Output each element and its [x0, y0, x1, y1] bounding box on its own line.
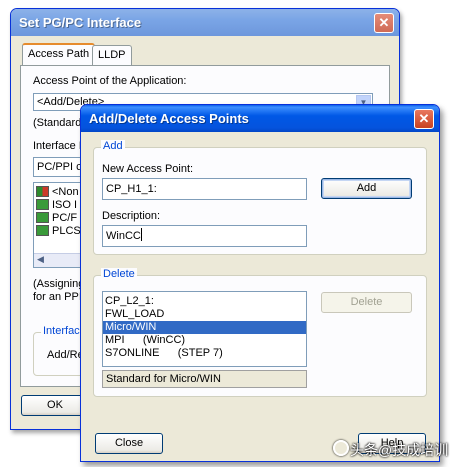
- tab-access-path-label: Access Path: [28, 48, 90, 60]
- tab-access-path[interactable]: Access Path: [22, 43, 96, 65]
- access-point-label: Access Point of the Application:: [33, 75, 187, 87]
- inner-title-bar[interactable]: Add/Delete Access Points ✕: [81, 105, 439, 132]
- text-cursor: [140, 228, 142, 241]
- interface-label: Interface P: [33, 140, 87, 152]
- close-icon: ✕: [378, 15, 390, 30]
- description-label: Description:: [102, 210, 161, 222]
- list-item[interactable]: FWL_LOAD: [103, 308, 306, 321]
- tab-lldp-label: LLDP: [98, 49, 126, 61]
- scroll-left-icon[interactable]: ◀: [37, 254, 44, 265]
- interface-item-label: PC/F: [52, 212, 78, 224]
- watermark-logo-icon: [333, 440, 349, 456]
- new-access-point-value: CP_H1_1:: [106, 183, 157, 195]
- list-item-label: FWL_LOAD: [105, 308, 165, 320]
- description-input[interactable]: WinCC: [102, 225, 307, 247]
- inner-window-title: Add/Delete Access Points: [89, 111, 249, 126]
- list-item-label: CP_L2_1:: [105, 295, 154, 307]
- outer-window-title: Set PG/PC Interface: [19, 15, 142, 30]
- list-item[interactable]: MPI (WinCC): [103, 334, 306, 347]
- description-value: WinCC: [106, 230, 141, 242]
- add-group-caption: Add: [101, 140, 125, 152]
- list-item-label: MPI (WinCC): [105, 334, 186, 346]
- close-button-label: Close: [114, 437, 144, 449]
- interface-icon: [36, 212, 49, 223]
- interface-item-label: PLCS: [52, 225, 81, 237]
- list-item[interactable]: CP_L2_1:: [103, 295, 306, 308]
- assigning-text-1: (Assigning: [33, 278, 85, 290]
- outer-close-button[interactable]: ✕: [374, 13, 394, 33]
- watermark-text: 头条@技成培训: [350, 442, 449, 458]
- list-item[interactable]: S7ONLINE (STEP 7): [103, 347, 306, 360]
- interface-icon: [36, 199, 49, 210]
- ok-button[interactable]: OK: [21, 395, 89, 416]
- status-text: Standard for Micro/WIN: [106, 373, 221, 385]
- assigning-text-2: for an PPI: [33, 291, 82, 303]
- interface-item-label: ISO I: [52, 199, 78, 211]
- list-item-selected[interactable]: Micro/WIN: [103, 321, 306, 334]
- ok-button-label: OK: [47, 399, 63, 411]
- delete-group-caption: Delete: [101, 268, 137, 280]
- add-button-label: Add: [356, 182, 377, 194]
- interface-used-value: PC/PPI c: [37, 161, 82, 173]
- close-icon: ✕: [418, 111, 430, 126]
- delete-button[interactable]: Delete: [321, 292, 412, 313]
- interface-item-label: <Non: [52, 186, 79, 198]
- add-delete-access-points-dialog: Add/Delete Access Points ✕ Add New Acces…: [80, 104, 440, 462]
- new-access-point-label: New Access Point:: [102, 163, 194, 175]
- status-text-field: Standard for Micro/WIN: [102, 370, 307, 388]
- delete-button-label: Delete: [350, 296, 383, 308]
- interface-icon: [36, 225, 49, 236]
- access-points-list[interactable]: CP_L2_1: FWL_LOAD Micro/WIN MPI (WinCC) …: [102, 291, 307, 367]
- access-point-note: (Standard: [33, 117, 82, 129]
- list-item-label: S7ONLINE (STEP 7): [105, 347, 223, 359]
- list-item-label: Micro/WIN: [105, 321, 157, 333]
- add-remove-label: Add/Re: [47, 349, 84, 361]
- add-button[interactable]: Add: [321, 178, 412, 199]
- new-access-point-input[interactable]: CP_H1_1:: [102, 178, 307, 200]
- close-button[interactable]: Close: [95, 433, 163, 454]
- tab-lldp[interactable]: LLDP: [92, 45, 132, 65]
- inner-close-button[interactable]: ✕: [414, 109, 434, 129]
- outer-title-bar[interactable]: Set PG/PC Interface ✕: [11, 9, 399, 36]
- interface-icon: [36, 186, 49, 197]
